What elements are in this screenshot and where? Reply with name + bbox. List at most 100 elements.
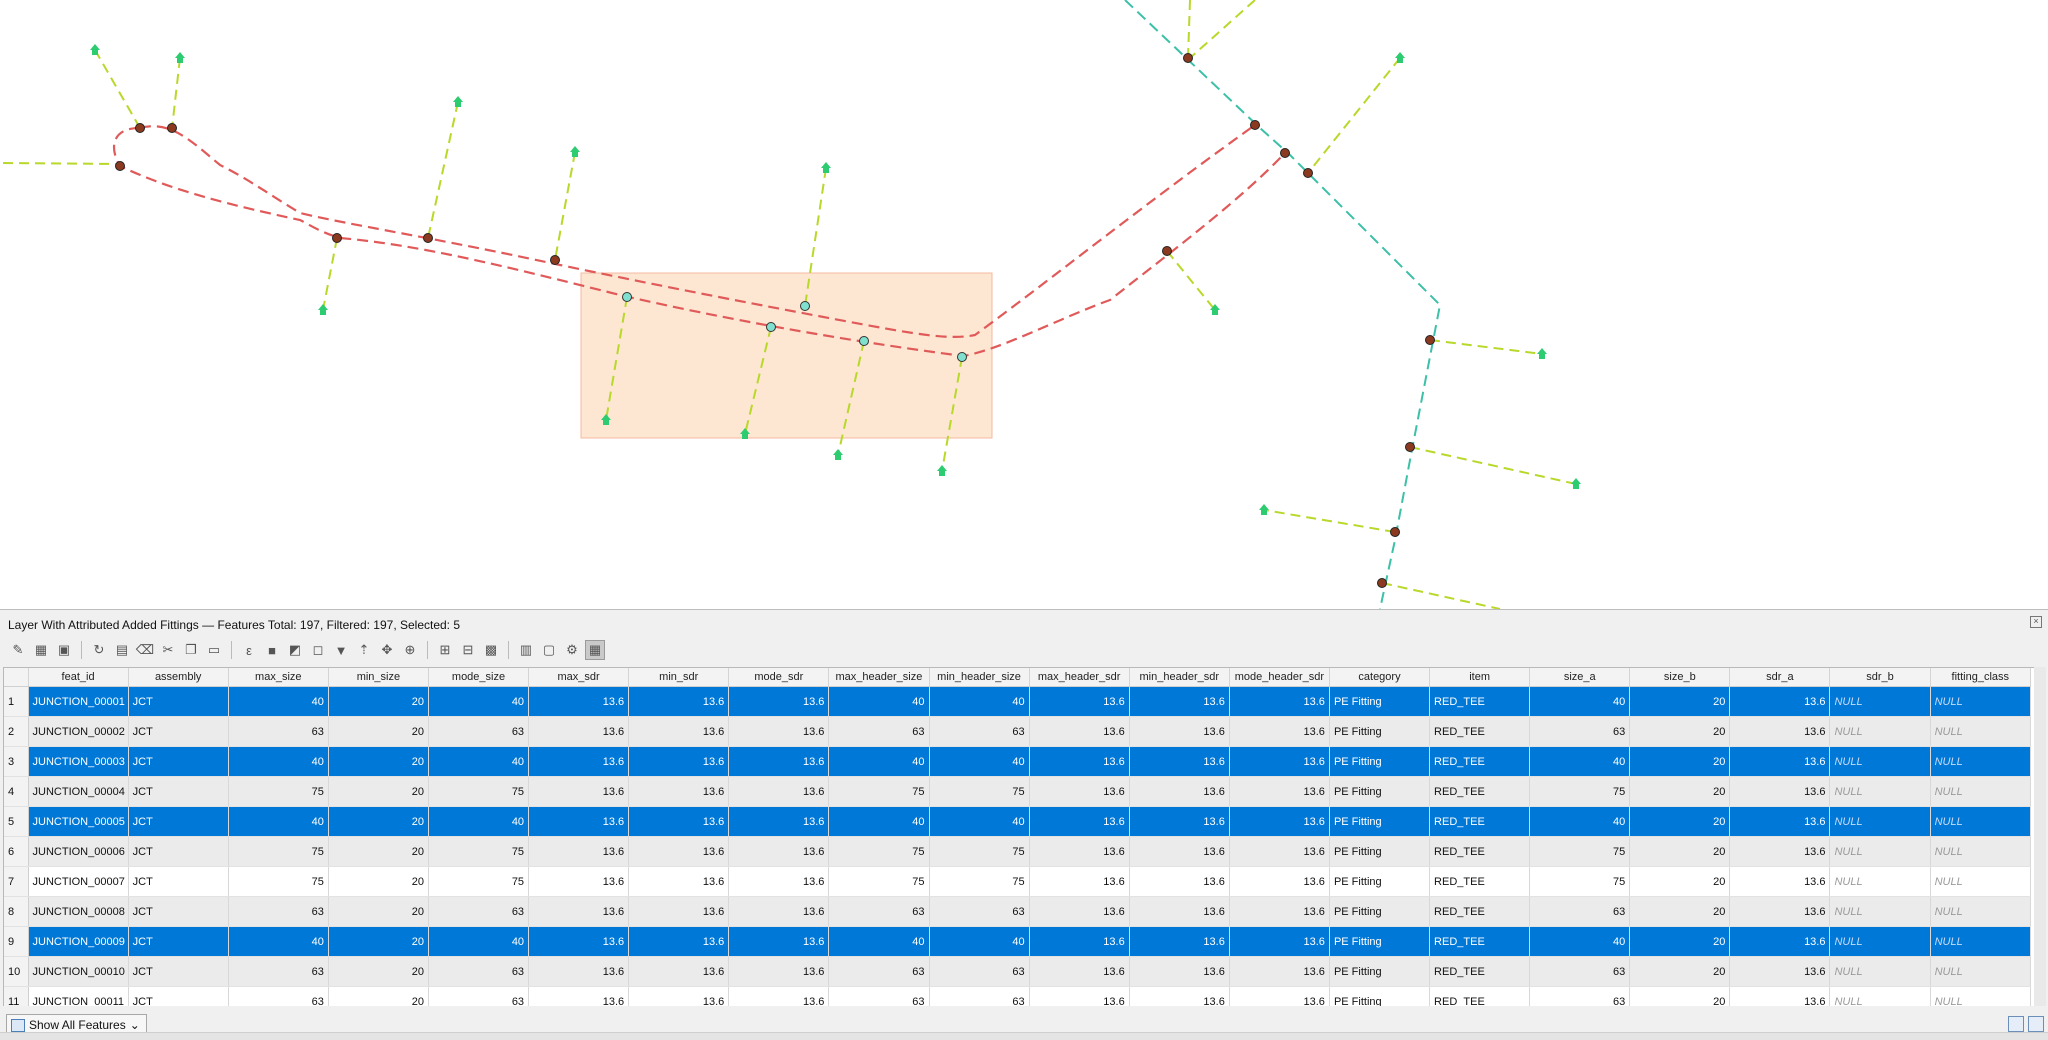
cell-assembly[interactable]: JCT xyxy=(128,806,229,837)
row-number[interactable]: 2 xyxy=(4,716,29,747)
cell-item[interactable]: RED_TEE xyxy=(1429,806,1531,837)
cell-min-header-sdr[interactable]: 13.6 xyxy=(1129,896,1230,927)
cell-min-sdr[interactable]: 13.6 xyxy=(628,686,730,717)
column-header-min-header-sdr[interactable]: min_header_sdr xyxy=(1129,668,1230,687)
cell-mode-sdr[interactable]: 13.6 xyxy=(728,776,830,807)
cell-fitting-class[interactable]: NULL xyxy=(1930,716,2032,747)
column-header-sdr-a[interactable]: sdr_a xyxy=(1729,668,1831,687)
cell-size-b[interactable]: 20 xyxy=(1629,866,1731,897)
row-number[interactable]: 1 xyxy=(4,686,29,717)
cell-size-b[interactable]: 20 xyxy=(1629,776,1731,807)
cell-min-sdr[interactable]: 13.6 xyxy=(628,776,730,807)
cell-min-header-sdr[interactable]: 13.6 xyxy=(1129,806,1230,837)
cell-min-sdr[interactable]: 13.6 xyxy=(628,806,730,837)
service-line[interactable] xyxy=(322,237,338,311)
cell-item[interactable]: RED_TEE xyxy=(1429,926,1531,957)
cell-min-header-size[interactable]: 75 xyxy=(929,866,1030,897)
cell-mode-sdr[interactable]: 13.6 xyxy=(728,716,830,747)
cell-sdr-b[interactable]: NULL xyxy=(1829,806,1931,837)
cell-max-sdr[interactable]: 13.6 xyxy=(528,926,630,957)
cell-min-header-size[interactable]: 40 xyxy=(929,806,1030,837)
junction-point[interactable] xyxy=(1280,148,1290,158)
cell-sdr-a[interactable]: 13.6 xyxy=(1729,836,1831,867)
cell-feat-id[interactable]: JUNCTION_00004 xyxy=(28,776,129,807)
cell-max-header-sdr[interactable]: 13.6 xyxy=(1029,926,1130,957)
add-feature-icon[interactable]: ▤ xyxy=(112,640,132,660)
house-icon[interactable] xyxy=(453,96,463,107)
cell-mode-header-sdr[interactable]: 13.6 xyxy=(1229,866,1330,897)
cell-assembly[interactable]: JCT xyxy=(128,836,229,867)
cell-min-size[interactable]: 20 xyxy=(328,866,429,897)
map-svg[interactable] xyxy=(0,0,2048,609)
column-header-min-size[interactable]: min_size xyxy=(328,668,429,687)
cell-item[interactable]: RED_TEE xyxy=(1429,956,1531,987)
column-header-mode-size[interactable]: mode_size xyxy=(428,668,530,687)
cell-max-sdr[interactable]: 13.6 xyxy=(528,866,630,897)
cell-min-size[interactable]: 20 xyxy=(328,716,429,747)
column-header-feat-id[interactable]: feat_id xyxy=(28,668,129,687)
cell-category[interactable]: PE Fitting xyxy=(1329,686,1431,717)
cell-min-size[interactable]: 20 xyxy=(328,836,429,867)
cell-mode-sdr[interactable]: 13.6 xyxy=(728,836,830,867)
cell-sdr-b[interactable]: NULL xyxy=(1829,836,1931,867)
delete-field-icon[interactable]: ⊟ xyxy=(458,640,478,660)
cell-sdr-b[interactable]: NULL xyxy=(1829,686,1931,717)
cell-max-header-size[interactable]: 63 xyxy=(828,956,930,987)
cell-min-header-sdr[interactable]: 13.6 xyxy=(1129,866,1230,897)
cell-min-header-sdr[interactable]: 13.6 xyxy=(1129,836,1230,867)
cell-max-header-sdr[interactable]: 13.6 xyxy=(1029,686,1130,717)
cell-min-header-size[interactable]: 63 xyxy=(929,896,1030,927)
house-icon[interactable] xyxy=(1571,478,1581,489)
service-line[interactable] xyxy=(427,101,459,239)
cell-min-header-size[interactable]: 40 xyxy=(929,926,1030,957)
junction-point[interactable] xyxy=(1303,168,1313,178)
cell-max-size[interactable]: 75 xyxy=(228,776,329,807)
cell-size-a[interactable]: 75 xyxy=(1529,776,1631,807)
junction-point[interactable] xyxy=(550,255,560,265)
cell-category[interactable]: PE Fitting xyxy=(1329,746,1431,777)
cell-min-sdr[interactable]: 13.6 xyxy=(628,956,730,987)
cell-mode-header-sdr[interactable]: 13.6 xyxy=(1229,956,1330,987)
cell-max-size[interactable]: 40 xyxy=(228,806,329,837)
cell-mode-header-sdr[interactable]: 13.6 xyxy=(1229,896,1330,927)
cell-size-a[interactable]: 63 xyxy=(1529,896,1631,927)
cell-min-sdr[interactable]: 13.6 xyxy=(628,866,730,897)
cut-icon[interactable]: ✂ xyxy=(158,640,178,660)
junction-point[interactable] xyxy=(1250,120,1260,130)
new-field-icon[interactable]: ⊞ xyxy=(435,640,455,660)
cell-sdr-b[interactable]: NULL xyxy=(1829,746,1931,777)
junction-point[interactable] xyxy=(332,233,342,243)
cell-fitting-class[interactable]: NULL xyxy=(1930,956,2032,987)
junction-point[interactable] xyxy=(115,161,125,171)
cell-mode-sdr[interactable]: 13.6 xyxy=(728,686,830,717)
cell-max-size[interactable]: 75 xyxy=(228,866,329,897)
cell-max-size[interactable]: 63 xyxy=(228,716,329,747)
cell-mode-sdr[interactable]: 13.6 xyxy=(728,956,830,987)
cell-size-a[interactable]: 63 xyxy=(1529,956,1631,987)
cell-max-header-size[interactable]: 40 xyxy=(828,746,930,777)
cell-category[interactable]: PE Fitting xyxy=(1329,956,1431,987)
cell-fitting-class[interactable]: NULL xyxy=(1930,776,2032,807)
cell-size-a[interactable]: 40 xyxy=(1529,686,1631,717)
cell-sdr-a[interactable]: 13.6 xyxy=(1729,866,1831,897)
cell-mode-sdr[interactable]: 13.6 xyxy=(728,866,830,897)
cell-max-header-sdr[interactable]: 13.6 xyxy=(1029,806,1130,837)
cell-max-size[interactable]: 40 xyxy=(228,926,329,957)
cell-max-sdr[interactable]: 13.6 xyxy=(528,686,630,717)
column-header-size-b[interactable]: size_b xyxy=(1629,668,1731,687)
cell-max-sdr[interactable]: 13.6 xyxy=(528,956,630,987)
column-header-max-header-size[interactable]: max_header_size xyxy=(828,668,930,687)
cell-category[interactable]: PE Fitting xyxy=(1329,776,1431,807)
junction-point[interactable] xyxy=(167,123,177,133)
cell-max-header-sdr[interactable]: 13.6 xyxy=(1029,746,1130,777)
cell-assembly[interactable]: JCT xyxy=(128,776,229,807)
cell-max-sdr[interactable]: 13.6 xyxy=(528,836,630,867)
cell-min-sdr[interactable]: 13.6 xyxy=(628,926,730,957)
cell-min-sdr[interactable]: 13.6 xyxy=(628,716,730,747)
toggle-editing-icon[interactable]: ✎ xyxy=(8,640,28,660)
service-line[interactable] xyxy=(2,162,121,165)
service-line[interactable] xyxy=(1429,339,1543,355)
row-number[interactable]: 8 xyxy=(4,896,29,927)
conditional-formatting-icon[interactable]: ▥ xyxy=(516,640,536,660)
selected-fitting-point[interactable] xyxy=(800,301,810,311)
